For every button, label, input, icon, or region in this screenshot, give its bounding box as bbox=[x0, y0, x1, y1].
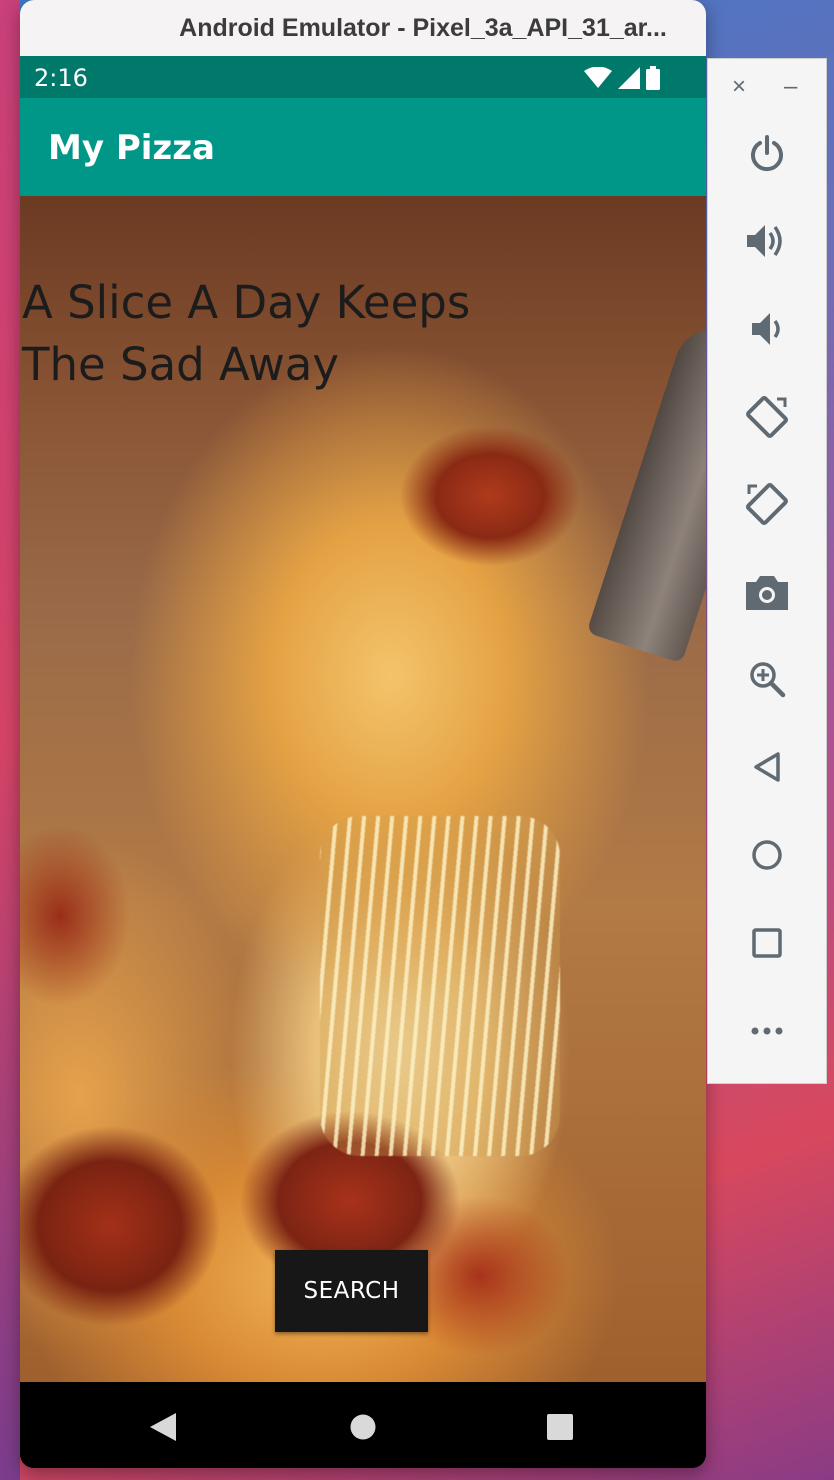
more-button[interactable] bbox=[742, 1006, 792, 1056]
screenshot-button[interactable] bbox=[742, 567, 792, 617]
recents-icon bbox=[547, 1414, 573, 1440]
zoom-button[interactable] bbox=[742, 654, 792, 704]
back-button[interactable] bbox=[742, 742, 792, 792]
volume-up-button[interactable] bbox=[742, 216, 792, 266]
minimize-toolbar-button[interactable]: – bbox=[784, 73, 797, 101]
app-title: My Pizza bbox=[48, 128, 215, 168]
home-icon bbox=[752, 840, 782, 870]
app-bar: My Pizza bbox=[20, 98, 706, 196]
status-bar: 2:16 bbox=[20, 56, 706, 98]
home-icon bbox=[350, 1414, 376, 1440]
overview-icon bbox=[752, 928, 782, 958]
wifi-icon bbox=[584, 67, 612, 88]
more-icon bbox=[751, 1027, 783, 1035]
desktop-background bbox=[0, 0, 20, 1480]
status-time: 2:16 bbox=[34, 64, 88, 92]
nav-recents-button[interactable] bbox=[543, 1410, 577, 1444]
back-icon bbox=[754, 752, 780, 782]
signal-icon bbox=[618, 67, 640, 89]
rotate-right-icon bbox=[746, 483, 788, 525]
power-button[interactable] bbox=[742, 129, 792, 179]
volume-down-icon bbox=[752, 313, 780, 345]
spatula-image-detail bbox=[586, 318, 706, 664]
emulator-toolbar: × – bbox=[707, 58, 827, 1084]
nav-home-button[interactable] bbox=[346, 1410, 380, 1444]
window-titlebar[interactable]: Android Emulator - Pixel_3a_API_31_ar... bbox=[20, 0, 706, 56]
volume-down-button[interactable] bbox=[742, 304, 792, 354]
rotate-right-button[interactable] bbox=[742, 479, 792, 529]
window-title: Android Emulator - Pixel_3a_API_31_ar... bbox=[179, 13, 667, 42]
home-button[interactable] bbox=[742, 830, 792, 880]
search-button[interactable]: SEARCH bbox=[275, 1250, 428, 1332]
rotate-left-icon bbox=[746, 396, 788, 438]
power-icon bbox=[751, 135, 783, 172]
close-toolbar-button[interactable]: × bbox=[732, 73, 746, 101]
headline-text: A Slice A Day Keeps The Sad Away bbox=[22, 276, 471, 391]
nav-back-button[interactable] bbox=[146, 1410, 180, 1444]
camera-icon bbox=[746, 576, 788, 610]
volume-up-icon bbox=[747, 225, 782, 257]
emulator-window: Android Emulator - Pixel_3a_API_31_ar...… bbox=[20, 0, 706, 1468]
pizza-background-image: A Slice A Day Keeps The Sad Away SEARCH bbox=[20, 196, 706, 1382]
battery-icon bbox=[646, 66, 660, 90]
back-icon bbox=[150, 1413, 176, 1441]
rotate-left-button[interactable] bbox=[742, 392, 792, 442]
zoom-icon bbox=[750, 662, 786, 698]
cheese-pull-image-detail bbox=[320, 816, 560, 1156]
android-nav-bar bbox=[20, 1382, 706, 1468]
overview-button[interactable] bbox=[742, 918, 792, 968]
